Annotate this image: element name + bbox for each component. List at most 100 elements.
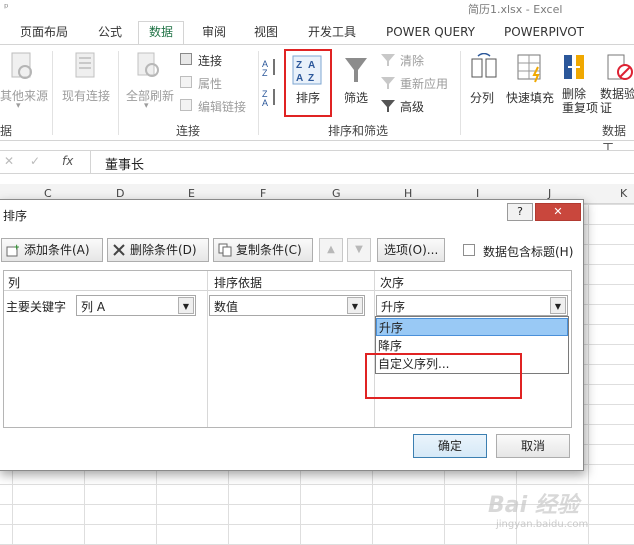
advanced-button[interactable]: 高级 xyxy=(400,98,424,115)
formula-bar: ✕ ✓ fx 董事长 xyxy=(0,150,634,174)
edit-links-button[interactable]: 编辑链接 xyxy=(198,98,246,115)
dialog-title: 排序 xyxy=(3,209,28,223)
remove-duplicates-button[interactable]: 删除 重复项 xyxy=(562,87,598,115)
existing-connections-button[interactable]: 现有连接 xyxy=(62,87,110,104)
remove-duplicates-icon xyxy=(564,55,584,79)
add-condition-label: 添加条件(A) xyxy=(24,243,90,257)
group-separator xyxy=(118,51,119,135)
other-sources-chevron: ▾ xyxy=(16,101,21,111)
sort-dialog: 排序 ? ✕ + 添加条件(A) 删除条件(D) 复制条件(C) ▲ ▼ 选项(… xyxy=(0,199,584,471)
formula-input-box[interactable] xyxy=(90,151,634,173)
chevron-down-icon[interactable]: ▼ xyxy=(347,297,363,314)
refresh-all-button[interactable]: 全部刷新 xyxy=(126,87,174,104)
svg-text:+: + xyxy=(14,243,19,252)
table-header: 列 排序依据 次序 xyxy=(4,271,571,291)
sort-button[interactable]: 排序 xyxy=(296,89,320,106)
svg-text:Z: Z xyxy=(308,73,314,84)
group-label-connections: 连接 xyxy=(176,124,201,138)
group-separator xyxy=(460,51,461,135)
reapply-button[interactable]: 重新应用 xyxy=(400,75,448,92)
connections-icon xyxy=(180,53,192,65)
sort-column-value: 列 A xyxy=(81,300,106,314)
connections-button[interactable]: 连接 xyxy=(198,52,222,69)
tab-powerpivot[interactable]: POWERPIVOT xyxy=(502,23,586,44)
delete-icon xyxy=(113,244,125,256)
dialog-title-bar: 排序 ? ✕ xyxy=(0,200,583,228)
svg-text:A: A xyxy=(262,98,268,107)
properties-icon xyxy=(180,76,192,88)
tab-page-layout[interactable]: 页面布局 xyxy=(18,23,70,44)
cancel-entry-icon[interactable]: ✕ xyxy=(4,154,14,168)
copy-condition-button[interactable]: 复制条件(C) xyxy=(213,238,313,262)
has-header-checkbox[interactable] xyxy=(463,244,475,256)
svg-text:Z: Z xyxy=(296,60,302,71)
confirm-entry-icon[interactable]: ✓ xyxy=(30,154,40,168)
has-header-label: 数据包含标题(H) xyxy=(483,245,574,259)
ribbon-tabs: 页面布局 公式 数据 审阅 视图 开发工具 POWER QUERY POWERP… xyxy=(0,20,634,45)
chevron-down-icon[interactable]: ▼ xyxy=(178,297,194,314)
column-column-header: 列 xyxy=(8,276,21,290)
clear-button[interactable]: 清除 xyxy=(400,52,424,69)
help-button[interactable]: ? xyxy=(507,203,533,221)
group-label-sort-filter: 排序和筛选 xyxy=(328,124,389,138)
edit-links-icon xyxy=(180,99,192,111)
data-validation-icon xyxy=(607,54,633,80)
clear-filter-icon xyxy=(381,54,395,66)
filter-button[interactable]: 筛选 xyxy=(344,89,368,106)
ok-button[interactable]: 确定 xyxy=(413,434,487,458)
chevron-down-icon[interactable]: ▼ xyxy=(550,297,566,314)
existing-connections-icon xyxy=(75,52,95,78)
tab-data[interactable]: 数据 xyxy=(138,21,185,45)
delete-condition-button[interactable]: 删除条件(D) xyxy=(107,238,209,262)
filter-icon xyxy=(345,58,367,82)
window-title: 简历1.xlsx - Excel xyxy=(468,3,563,16)
flash-fill-button[interactable]: 快速填充 xyxy=(506,89,554,106)
cancel-button[interactable]: 取消 xyxy=(496,434,570,458)
refresh-all-chevron: ▾ xyxy=(144,101,149,111)
close-button[interactable]: ✕ xyxy=(535,203,581,221)
sort-column-select[interactable]: 列 A ▼ xyxy=(76,295,196,316)
move-up-button[interactable]: ▲ xyxy=(319,238,343,262)
primary-key-label: 主要关键字 xyxy=(6,300,67,314)
tab-developer[interactable]: 开发工具 xyxy=(306,23,358,44)
other-sources-button[interactable]: 其他来源 xyxy=(0,87,48,104)
svg-text:A: A xyxy=(296,73,303,84)
tab-view[interactable]: 视图 xyxy=(252,23,280,44)
svg-text:Z: Z xyxy=(262,68,268,78)
delete-condition-label: 删除条件(D) xyxy=(130,243,197,257)
order-column-header: 次序 xyxy=(380,276,405,290)
group-separator xyxy=(52,51,53,135)
formula-content: 董事长 xyxy=(105,158,145,173)
data-validation-button[interactable]: 数据验 证 xyxy=(600,87,634,115)
options-button[interactable]: 选项(O)... xyxy=(377,238,445,262)
text-to-columns-button[interactable]: 分列 xyxy=(470,89,494,106)
group-label-get-data: 据 xyxy=(0,124,13,138)
dialog-toolbar: + 添加条件(A) 删除条件(D) 复制条件(C) ▲ ▼ 选项(O)... 数… xyxy=(1,238,581,264)
sort-on-column-header: 排序依据 xyxy=(214,276,263,290)
quick-access[interactable]: ᵖ xyxy=(4,1,9,14)
move-down-button[interactable]: ▼ xyxy=(347,238,371,262)
tab-review[interactable]: 审阅 xyxy=(200,23,228,44)
copy-icon xyxy=(218,243,232,257)
sort-az-icon: A Z Z A xyxy=(262,59,275,107)
column-header[interactable]: K xyxy=(620,187,627,200)
insert-function-icon[interactable]: fx xyxy=(62,154,73,168)
reapply-icon xyxy=(381,77,395,89)
order-option-ascending[interactable]: 升序 xyxy=(376,318,568,336)
group-separator xyxy=(258,51,259,135)
watermark-main: Bai 经验 xyxy=(488,493,579,518)
add-condition-button[interactable]: + 添加条件(A) xyxy=(1,238,103,262)
tab-power-query[interactable]: POWER QUERY xyxy=(384,23,477,44)
other-sources-icon xyxy=(11,52,32,79)
custom-list-highlight-box xyxy=(365,353,522,399)
watermark: Bai 经验 jingyan.baidu.com xyxy=(488,487,588,530)
svg-text:A: A xyxy=(308,60,315,71)
sort-icon: Z A A Z xyxy=(292,55,322,85)
order-select[interactable]: 升序 ▼ xyxy=(376,295,568,316)
title-bar: ᵖ 简历1.xlsx - Excel xyxy=(0,0,634,18)
tab-formulas[interactable]: 公式 xyxy=(96,23,124,44)
order-value: 升序 xyxy=(381,300,406,314)
sort-on-select[interactable]: 数值 ▼ xyxy=(209,295,365,316)
copy-condition-label: 复制条件(C) xyxy=(236,243,302,257)
properties-button[interactable]: 属性 xyxy=(198,75,222,92)
